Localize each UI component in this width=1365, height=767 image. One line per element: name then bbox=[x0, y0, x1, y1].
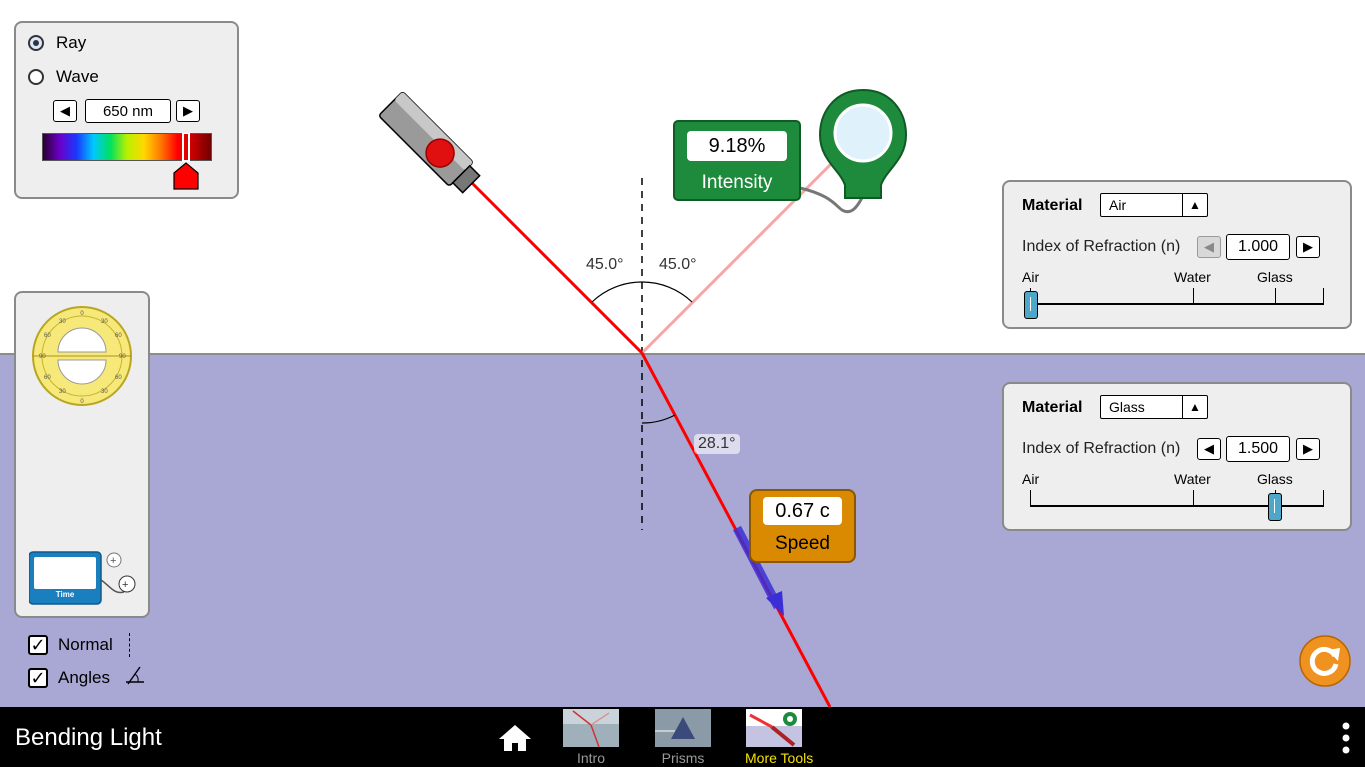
wavelength-value: 650 nm bbox=[85, 99, 171, 123]
speed-label: Speed bbox=[775, 533, 830, 554]
top-scale-glass: Glass bbox=[1257, 269, 1293, 285]
ray-radio[interactable]: Ray bbox=[28, 33, 86, 53]
reflected-angle-label: 45.0° bbox=[659, 256, 697, 273]
top-material-panel: Material Air ▲ Index of Refraction (n) ◀… bbox=[1002, 180, 1352, 329]
refracted-angle-label: 28.1° bbox=[694, 434, 740, 454]
top-material-label: Material bbox=[1022, 197, 1083, 214]
top-material-combo[interactable]: Air ▲ bbox=[1100, 193, 1208, 217]
bottom-material-combo[interactable]: Glass ▲ bbox=[1100, 395, 1208, 419]
bottom-ior-decrease-button[interactable]: ◀ bbox=[1197, 438, 1221, 460]
tick bbox=[1323, 288, 1324, 304]
normal-line-icon bbox=[128, 633, 130, 657]
svg-text:60: 60 bbox=[44, 333, 51, 339]
intensity-meter[interactable]: 9.18% Intensity bbox=[673, 120, 801, 201]
bottom-material-dropdown-icon[interactable]: ▲ bbox=[1182, 396, 1207, 418]
intensity-label: Intensity bbox=[701, 172, 773, 193]
screen-button-intro[interactable]: Intro bbox=[562, 709, 620, 766]
incident-angle-arc bbox=[591, 281, 643, 303]
bottom-material-label: Material bbox=[1022, 399, 1083, 416]
wavelength-decrease-button[interactable]: ◀ bbox=[53, 100, 77, 122]
prisms-screen-icon bbox=[655, 709, 711, 747]
top-scale-water: Water bbox=[1174, 269, 1211, 285]
normal-checkbox-label: Normal bbox=[58, 635, 113, 654]
wave-radio-label: Wave bbox=[56, 67, 99, 86]
menu-button[interactable] bbox=[1338, 721, 1354, 755]
more-tools-screen-icon bbox=[746, 709, 802, 747]
tick bbox=[1275, 288, 1276, 304]
bottom-ior-increase-button[interactable]: ▶ bbox=[1296, 438, 1320, 460]
wave-radio-button[interactable] bbox=[28, 69, 44, 85]
tick bbox=[1030, 490, 1031, 506]
angle-icon bbox=[124, 664, 146, 691]
toolbox-panel: 0 0 90 90 30 30 60 60 60 60 30 30 + + Ti… bbox=[14, 291, 150, 618]
refracted-angle-arc bbox=[641, 414, 676, 424]
screen-button-more-tools[interactable]: More Tools bbox=[745, 709, 814, 766]
ray-radio-label: Ray bbox=[56, 33, 87, 52]
top-ior-increase-button[interactable]: ▶ bbox=[1296, 236, 1320, 258]
angles-checkbox-label: Angles bbox=[58, 667, 110, 687]
wavelength-increase-button[interactable]: ▶ bbox=[176, 100, 200, 122]
bottom-ior-label: Index of Refraction (n) bbox=[1022, 440, 1181, 457]
bottom-ior-value: 1.500 bbox=[1226, 436, 1290, 462]
navigation-bar: Bending Light Intro Prisms More Tools bbox=[0, 707, 1365, 767]
svg-text:30: 30 bbox=[59, 319, 66, 325]
screen-label-prisms: Prisms bbox=[661, 750, 705, 766]
reset-all-button[interactable] bbox=[1298, 634, 1352, 688]
intensity-value: 9.18% bbox=[687, 131, 787, 161]
home-button[interactable] bbox=[497, 723, 533, 753]
svg-text:90: 90 bbox=[39, 354, 46, 360]
bottom-scale-glass: Glass bbox=[1257, 471, 1293, 487]
bottom-ior-slider-thumb[interactable] bbox=[1268, 493, 1282, 521]
top-ior-slider-thumb[interactable] bbox=[1024, 291, 1038, 319]
reset-icon bbox=[1299, 635, 1351, 687]
svg-text:30: 30 bbox=[101, 389, 108, 395]
ray-radio-button[interactable] bbox=[28, 35, 44, 51]
tick bbox=[1323, 490, 1324, 506]
svg-text:60: 60 bbox=[115, 333, 122, 339]
normal-checkbox[interactable]: ✓ Normal bbox=[28, 633, 130, 657]
screen-button-prisms[interactable]: Prisms bbox=[654, 709, 712, 766]
top-material-dropdown-icon[interactable]: ▲ bbox=[1182, 194, 1207, 216]
speed-meter[interactable]: 0.67 c Speed bbox=[749, 489, 856, 563]
bottom-scale-water: Water bbox=[1174, 471, 1211, 487]
bottom-scale-air: Air bbox=[1022, 471, 1040, 487]
protractor-tool[interactable]: 0 0 90 90 30 30 60 60 60 60 30 30 bbox=[31, 305, 133, 407]
intensity-sensor-probe[interactable] bbox=[799, 88, 908, 214]
top-material-selected: Air bbox=[1109, 197, 1127, 213]
tick bbox=[1193, 490, 1194, 506]
svg-text:30: 30 bbox=[101, 319, 108, 325]
reflected-angle-arc bbox=[641, 281, 693, 303]
laser-pointer[interactable] bbox=[379, 92, 484, 197]
svg-text:60: 60 bbox=[115, 375, 122, 381]
screen-label-intro: Intro bbox=[576, 750, 605, 766]
normal-checkbox-box[interactable]: ✓ bbox=[28, 635, 48, 655]
time-sensor-label: Time bbox=[55, 590, 75, 599]
svg-text:+: + bbox=[110, 555, 116, 567]
angles-checkbox[interactable]: ✓ Angles bbox=[28, 664, 146, 691]
bottom-material-panel: Material Glass ▲ Index of Refraction (n)… bbox=[1002, 382, 1352, 531]
time-sensor-tool[interactable]: + + Time bbox=[28, 550, 139, 606]
top-ior-value: 1.000 bbox=[1226, 234, 1290, 260]
light-control-panel: Ray Wave ◀ 650 nm ▶ bbox=[14, 21, 239, 199]
kebab-menu-icon bbox=[1342, 722, 1350, 754]
wave-radio[interactable]: Wave bbox=[28, 67, 99, 87]
tick bbox=[1193, 288, 1194, 304]
wavelength-slider-thumb[interactable] bbox=[170, 132, 204, 191]
svg-text:30: 30 bbox=[59, 389, 66, 395]
top-ior-label: Index of Refraction (n) bbox=[1022, 238, 1181, 255]
top-ior-slider-track[interactable] bbox=[1030, 303, 1324, 305]
top-ior-decrease-button[interactable]: ◀ bbox=[1197, 236, 1221, 258]
svg-text:60: 60 bbox=[44, 375, 51, 381]
svg-text:+: + bbox=[122, 579, 128, 591]
incident-angle-label: 45.0° bbox=[586, 256, 624, 273]
home-icon bbox=[499, 725, 531, 751]
intro-screen-icon bbox=[563, 709, 619, 748]
screen-label-more-tools: More Tools bbox=[745, 750, 814, 766]
angles-checkbox-box[interactable]: ✓ bbox=[28, 667, 48, 688]
app-title: Bending Light bbox=[15, 724, 162, 751]
speed-value: 0.67 c bbox=[763, 497, 842, 525]
bottom-material-selected: Glass bbox=[1109, 399, 1145, 415]
top-scale-air: Air bbox=[1022, 269, 1040, 285]
svg-text:90: 90 bbox=[119, 354, 126, 360]
